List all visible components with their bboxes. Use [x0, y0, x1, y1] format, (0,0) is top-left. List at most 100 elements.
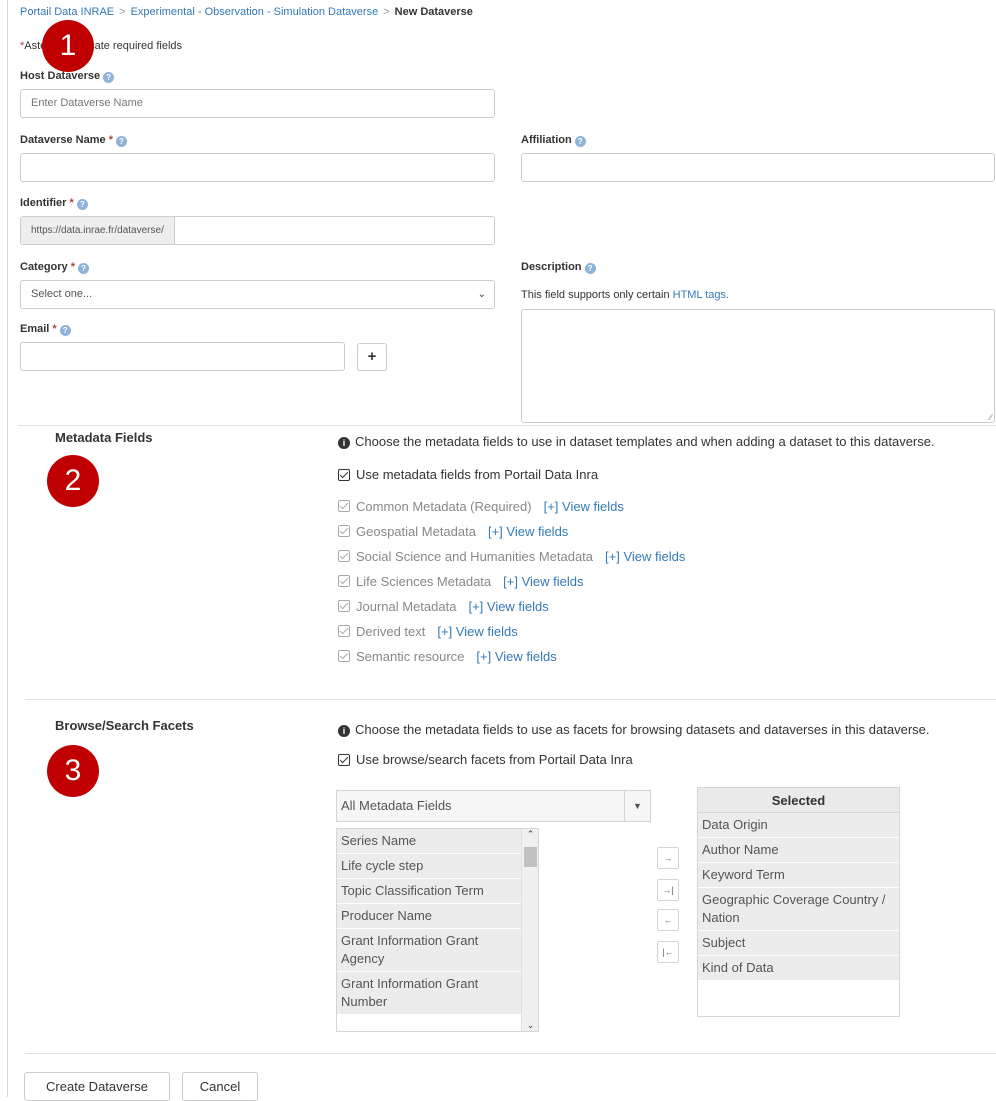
use-metadata-fields-checkbox[interactable]: Use metadata fields from Portail Data In… — [338, 467, 598, 482]
facet-selected-item[interactable]: Data Origin — [698, 813, 899, 838]
metadata-field-select[interactable]: All Metadata Fields ▼ — [336, 790, 651, 822]
metadata-block-name: Semantic resource — [356, 648, 465, 664]
section-divider — [18, 425, 996, 426]
chevron-down-icon: ⌄ — [477, 289, 486, 300]
breadcrumb-parent-link[interactable]: Experimental - Observation - Simulation … — [131, 6, 379, 18]
facet-source-item[interactable]: Producer Name — [337, 904, 521, 929]
move-right-button[interactable]: → — [657, 847, 679, 869]
help-icon[interactable]: ? — [584, 263, 596, 274]
help-icon[interactable]: ? — [574, 136, 586, 147]
identifier-input-group: https://data.inrae.fr/dataverse/ — [20, 216, 495, 245]
facets-info: i Choose the metadata fields to use as fa… — [338, 722, 930, 737]
html-tags-link[interactable]: HTML tags. — [673, 289, 729, 301]
metadata-block-item: Common Metadata (Required) [+] View field… — [338, 497, 685, 515]
metadata-block-name: Life Sciences Metadata — [356, 573, 492, 589]
breadcrumb-current: New Dataverse — [394, 6, 473, 18]
view-fields-link[interactable]: [+] View fields — [488, 524, 568, 539]
metadata-fields-title: Metadata Fields — [55, 430, 153, 445]
category-label: Category *? — [20, 261, 90, 274]
checkbox-checked-icon — [338, 600, 350, 612]
metadata-block-item: Semantic resource [+] View fields — [338, 647, 685, 665]
info-icon: i — [338, 437, 350, 449]
host-dataverse-input[interactable]: Enter Dataverse Name — [20, 89, 495, 118]
chevron-down-icon: ▼ — [624, 791, 650, 821]
metadata-block-name: Geospatial Metadata — [356, 523, 476, 539]
facet-source-item[interactable]: Grant Information Grant Number — [337, 972, 521, 1015]
view-fields-link[interactable]: [+] View fields — [437, 624, 517, 639]
email-label: Email *? — [20, 323, 71, 336]
metadata-block-item: Geospatial Metadata [+] View fields — [338, 522, 685, 540]
metadata-block-item: Derived text [+] View fields — [338, 622, 685, 640]
facet-selected-item[interactable]: Subject — [698, 931, 899, 956]
metadata-block-name: Derived text — [356, 623, 426, 639]
view-fields-link[interactable]: [+] View fields — [468, 599, 548, 614]
facet-source-item[interactable]: Topic Classification Term — [337, 879, 521, 904]
chevron-down-icon[interactable]: ⌄ — [522, 1020, 538, 1031]
affiliation-input[interactable] — [521, 153, 995, 182]
facet-source-item[interactable]: Life cycle step — [337, 854, 521, 879]
checkbox-checked-icon — [338, 575, 350, 587]
facets-title: Browse/Search Facets — [55, 718, 194, 733]
dataverse-name-label: Dataverse Name *? — [20, 134, 127, 147]
source-list-scrollbar[interactable]: ⌃ ⌄ — [521, 829, 538, 1031]
view-fields-link[interactable]: [+] View fields — [544, 499, 624, 514]
metadata-block-item: Life Sciences Metadata [+] View fields — [338, 572, 685, 590]
checkbox-checked-icon — [338, 500, 350, 512]
email-input[interactable] — [20, 342, 345, 371]
dataverse-name-input[interactable] — [20, 153, 495, 182]
facet-selected-item[interactable]: Keyword Term — [698, 863, 899, 888]
section-divider — [25, 699, 996, 700]
facet-source-item[interactable]: Series Name — [337, 829, 521, 854]
category-select[interactable]: Select one... ⌄ — [20, 280, 495, 309]
metadata-block-item: Social Science and Humanities Metadata [+… — [338, 547, 685, 565]
identifier-label: Identifier *? — [20, 197, 88, 210]
host-dataverse-label: Host Dataverse? — [20, 70, 115, 83]
metadata-block-name: Journal Metadata — [356, 598, 457, 614]
identifier-input[interactable] — [175, 217, 494, 244]
scrollbar-thumb[interactable] — [524, 847, 537, 867]
description-textarea[interactable]: ∕∕ — [521, 309, 995, 423]
checkbox-checked-icon — [338, 525, 350, 537]
view-fields-link[interactable]: [+] View fields — [503, 574, 583, 589]
step-badge-2: 2 — [47, 455, 99, 507]
help-icon[interactable]: ? — [78, 263, 90, 274]
move-left-button[interactable]: ← — [657, 909, 679, 931]
checkbox-checked-icon — [338, 650, 350, 662]
info-icon: i — [338, 725, 350, 737]
move-all-right-button[interactable]: →| — [657, 879, 679, 901]
step-badge-1: 1 — [42, 20, 94, 72]
checkbox-checked-icon[interactable] — [338, 468, 350, 481]
metadata-block-name: Social Science and Humanities Metadata — [356, 548, 594, 564]
help-icon[interactable]: ? — [115, 136, 127, 147]
checkbox-checked-icon — [338, 625, 350, 637]
metadata-fields-info: i Choose the metadata fields to use in da… — [338, 434, 935, 449]
facet-source-item[interactable]: Grant Information Grant Agency — [337, 929, 521, 972]
help-icon[interactable]: ? — [59, 325, 71, 336]
facet-selected-item[interactable]: Geographic Coverage Country / Nation — [698, 888, 899, 931]
breadcrumb-separator: > — [383, 6, 390, 18]
help-icon[interactable]: ? — [103, 72, 115, 83]
move-all-left-button[interactable]: |← — [657, 941, 679, 963]
metadata-block-item: Journal Metadata [+] View fields — [338, 597, 685, 615]
facet-source-list[interactable]: Series Name Life cycle step Topic Classifi… — [336, 828, 539, 1032]
add-email-button[interactable]: + — [357, 343, 387, 371]
selected-facets-header: Selected — [697, 787, 900, 813]
checkbox-checked-icon[interactable] — [338, 753, 350, 766]
use-facets-checkbox[interactable]: Use browse/search facets from Portail Da… — [338, 752, 633, 767]
checkbox-checked-icon — [338, 550, 350, 562]
section-divider — [25, 1053, 996, 1054]
identifier-prefix: https://data.inrae.fr/dataverse/ — [21, 217, 175, 244]
view-fields-link[interactable]: [+] View fields — [476, 649, 556, 664]
affiliation-label: Affiliation? — [521, 134, 586, 147]
help-icon[interactable]: ? — [76, 199, 88, 210]
facet-selected-item[interactable]: Author Name — [698, 838, 899, 863]
chevron-up-icon[interactable]: ⌃ — [522, 829, 538, 840]
facet-selected-list[interactable]: Data Origin Author Name Keyword Term Geogra… — [697, 813, 900, 1017]
metadata-blocks-list: Common Metadata (Required) [+] View field… — [338, 497, 685, 672]
facet-selected-item[interactable]: Kind of Data — [698, 956, 899, 981]
step-badge-3: 3 — [47, 745, 99, 797]
breadcrumb-separator: > — [119, 6, 126, 18]
resize-handle-icon[interactable]: ∕∕ — [989, 413, 992, 422]
breadcrumb-root-link[interactable]: Portail Data INRAE — [20, 6, 114, 18]
view-fields-link[interactable]: [+] View fields — [605, 549, 685, 564]
